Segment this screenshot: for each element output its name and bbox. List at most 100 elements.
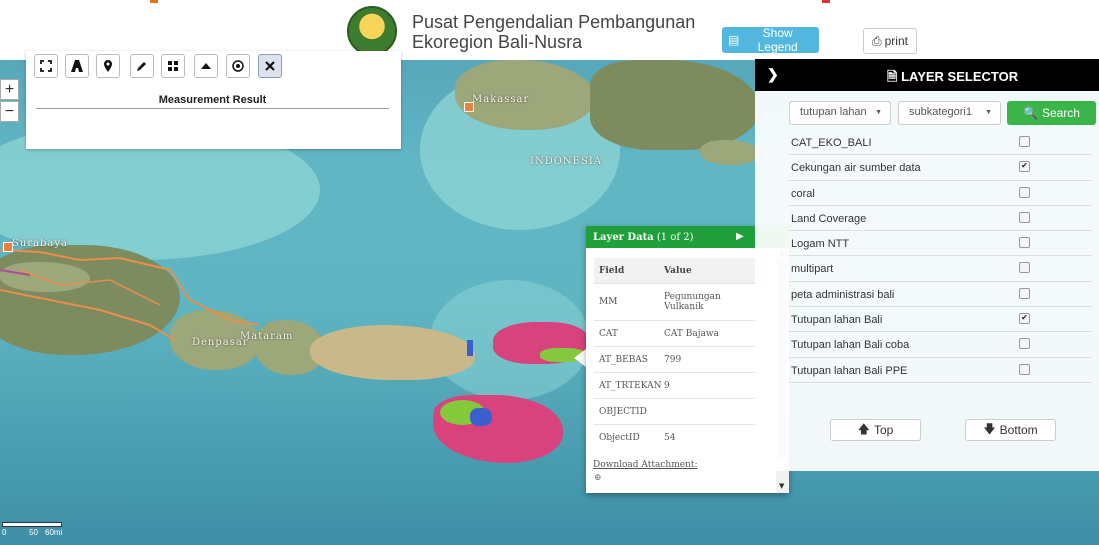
browser-strip [822,0,830,3]
layer-name: peta administrasi bali [791,288,895,301]
table-row: OBJECTID [594,398,769,424]
download-attachment-link[interactable]: Download Attachment: [593,460,698,470]
layer-name: coral [791,187,815,200]
ministry-logo [347,6,397,56]
arrow-up-icon: 🡅 [857,421,870,436]
app-title: Pusat Pengendalian Pembangunan Ekoregion… [412,12,695,52]
layer-checkbox[interactable] [1019,338,1030,350]
layer-selector-title: 🗎 LAYER SELECTOR [887,68,1018,90]
scale-label-zero: 0 [2,528,7,537]
chevron-right-icon[interactable]: ❯ [767,66,779,83]
layer-polygon-sumba-blue[interactable] [470,408,492,426]
fullscreen-icon [40,60,52,72]
layer-checkbox[interactable] [1019,237,1030,249]
value-cell: Pegunungan Vulkanik [664,292,721,312]
column-value: Value [664,265,692,276]
category-select[interactable]: tutupan lahan ▼ [789,101,891,125]
location-tool-button[interactable] [96,54,120,78]
caret-down-icon: ▼ [875,109,882,116]
table-row: MM Pegunungan Vulkanik [594,283,769,320]
value-cell: 9 [664,380,670,391]
field-cell: AT_TRTEKAN [599,380,662,391]
layer-checkbox[interactable]: ✔ [1019,313,1030,325]
scroll-down-icon[interactable]: ▼ [779,482,784,490]
layer-checkbox[interactable] [1019,211,1030,223]
layer-name: CAT_EKO_BALI [791,137,872,149]
close-icon [265,61,275,71]
layers-icon: 🗎 [887,69,898,84]
show-legend-button[interactable]: ▤ Show Legend [722,26,819,54]
measurement-panel: Measurement Result [26,51,401,149]
road-network [0,249,261,341]
column-field: Field [599,265,625,276]
layer-list: CAT_EKO_BALI Cekungan air sumber data ✔ c… [789,130,1092,383]
attribute-table-header: Field Value [594,258,769,283]
table-row: AT_BEBAS 799 [594,346,769,372]
search-label: Search [1041,106,1080,120]
layer-checkbox[interactable]: ✔ [1019,161,1030,173]
point-tool-button[interactable] [226,54,250,78]
layer-name: Land Coverage [791,212,867,225]
search-button[interactable]: 🔍 Search [1007,101,1096,125]
printer-icon: ⎙ [872,33,882,48]
subcategory-select[interactable]: subkategori1 ▼ [898,101,1001,125]
print-label: print [884,34,908,48]
zoom-out-button[interactable]: − [0,101,19,122]
layer-item[interactable]: Tutupan lahan Bali PPE [789,358,1092,383]
category-select-value: tutupan lahan [800,106,867,118]
scroll-bottom-button[interactable]: 🡇 Bottom [965,419,1056,441]
land-island [700,140,760,165]
print-button[interactable]: ⎙ print [863,28,917,54]
collapse-tool-button[interactable] [194,54,218,78]
show-legend-label: Show Legend [757,26,798,54]
zoom-in-button[interactable]: + [0,79,19,100]
area-tool-button[interactable] [161,54,185,78]
layer-item[interactable]: multipart [789,256,1092,282]
app-title-line1: Pusat Pengendalian Pembangunan [412,12,696,32]
layer-checkbox[interactable] [1019,363,1030,375]
layer-item[interactable]: peta administrasi bali [789,282,1092,308]
close-tool-button[interactable] [258,54,282,78]
field-cell: ObjectID [599,432,640,443]
subcategory-select-value: subkategori1 [909,106,972,118]
layer-item[interactable]: Logam NTT [789,231,1092,257]
measurement-result-title: Measurement Result [36,94,389,109]
attribute-table: Field Value MM Pegunungan Vulkanik CAT C… [594,258,769,450]
layer-checkbox[interactable] [1019,287,1030,299]
value-cell: 799 [664,354,682,365]
layer-polygon-small[interactable] [467,340,473,356]
land-sulawesi-east [590,60,760,150]
layer-item[interactable]: Tutupan lahan Bali coba [789,332,1092,358]
layer-item[interactable]: Land Coverage [789,206,1092,232]
fullscreen-tool-button[interactable] [34,54,58,78]
layer-item[interactable]: Tutupan lahan Bali ✔ [789,307,1092,333]
layer-name: Logam NTT [791,238,850,251]
field-cell: AT_BEBAS [599,354,648,365]
target-icon [232,60,244,72]
scale-bar-line [2,522,62,527]
zoom-to-icon[interactable]: ⊕ [594,473,602,483]
layer-checkbox[interactable] [1019,186,1030,198]
layer-item[interactable]: CAT_EKO_BALI [789,130,1092,156]
layer-checkbox[interactable] [1019,136,1030,147]
arrow-down-icon: 🡇 [983,421,996,436]
layer-name: Tutupan lahan Bali coba [791,339,910,352]
next-feature-icon[interactable]: ▶ [736,231,744,242]
layer-checkbox[interactable] [1019,262,1030,274]
layer-name: multipart [791,263,834,276]
layer-selector-header: ❯ 🗎 LAYER SELECTOR [755,59,1099,91]
layer-item[interactable]: coral [789,181,1092,206]
distance-tool-button[interactable] [65,54,89,78]
popup-count: (1 of 2) [656,232,694,243]
label-indonesia: INDONESIA [530,156,602,167]
pencil-icon [137,62,146,71]
layer-item[interactable]: Cekungan air sumber data ✔ [789,155,1092,181]
road-icon [71,60,83,72]
map-marker-icon [104,60,112,72]
value-cell: 54 [664,432,676,443]
draw-tool-button[interactable] [130,54,154,78]
search-icon: 🔍 [1023,106,1038,120]
label-surabaya: Surabaya [12,238,69,249]
table-row: CAT CAT Bajawa [594,320,769,346]
scroll-top-button[interactable]: 🡅 Top [830,419,921,441]
